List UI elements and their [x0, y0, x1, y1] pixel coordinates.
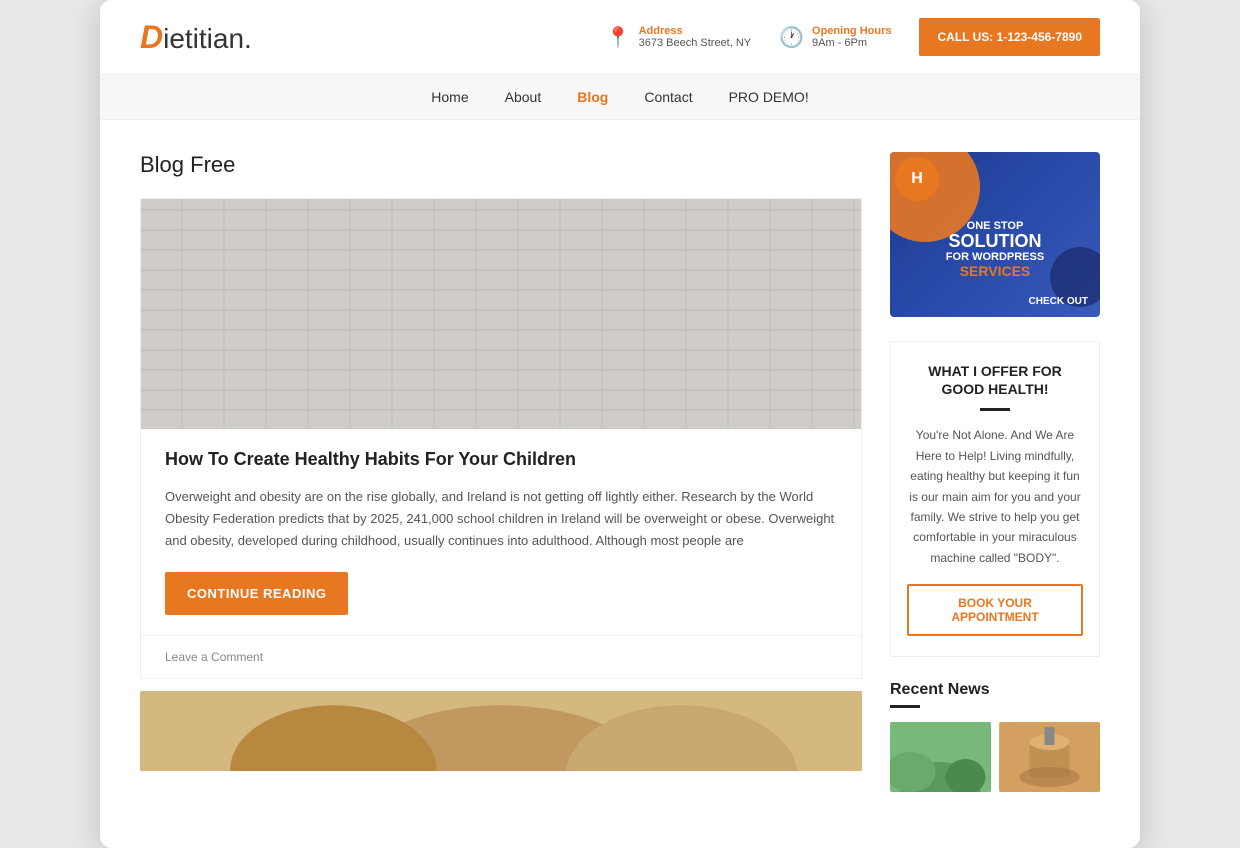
news-thumb-1[interactable]	[890, 722, 991, 792]
nav-about[interactable]: About	[505, 89, 542, 105]
browser-window: Dietitian. 📍 Address 3673 Beech Street, …	[100, 0, 1140, 848]
recent-news-title: Recent News	[890, 681, 1100, 699]
ad-text-block: ONE STOP SOLUTION FOR WORDPRESS SERVICES	[946, 220, 1044, 280]
hours-value: 9Am - 6Pm	[812, 37, 891, 49]
ad-brand-icon: H	[895, 157, 939, 201]
book-appointment-button[interactable]: BOOK YOUR APPOINTMENT	[907, 584, 1083, 636]
news-thumb-2[interactable]	[999, 722, 1100, 792]
offer-widget: WHAT I OFFER FOR GOOD HEALTH! You're Not…	[890, 341, 1100, 657]
address-label: Address	[639, 25, 752, 37]
ad-line4: SERVICES	[946, 263, 1044, 279]
header-info: 📍 Address 3673 Beech Street, NY 🕐 Openin…	[606, 18, 1100, 56]
offer-body: You're Not Alone. And We Are Here to Hel…	[907, 425, 1083, 568]
offer-title: WHAT I OFFER FOR GOOD HEALTH!	[907, 362, 1083, 398]
sidebar: H ONE STOP SOLUTION FOR WORDPRESS SERVIC…	[890, 152, 1100, 816]
ad-banner[interactable]: H ONE STOP SOLUTION FOR WORDPRESS SERVIC…	[890, 152, 1100, 317]
nav-pro-demo[interactable]: PRO DEMO!	[729, 89, 809, 105]
second-post-partial	[140, 691, 862, 771]
post-image	[141, 199, 861, 429]
ad-line1: ONE STOP	[946, 220, 1044, 232]
clock-icon: 🕐	[779, 25, 804, 50]
post-footer: Leave a Comment	[141, 635, 861, 678]
address-value: 3673 Beech Street, NY	[639, 37, 752, 49]
ad-line3: FOR WORDPRESS	[946, 251, 1044, 263]
logo-text: ietitian.	[163, 23, 252, 54]
nav-contact[interactable]: Contact	[644, 89, 692, 105]
leave-comment-link[interactable]: Leave a Comment	[165, 650, 263, 664]
address-info: 📍 Address 3673 Beech Street, NY	[606, 25, 751, 50]
ad-widget: H ONE STOP SOLUTION FOR WORDPRESS SERVIC…	[890, 152, 1100, 317]
logo[interactable]: Dietitian.	[140, 19, 252, 56]
blog-section: Blog Free	[140, 152, 862, 816]
post-card: How To Create Healthy Habits For Your Ch…	[140, 198, 862, 679]
main-content: Blog Free	[100, 120, 1140, 848]
nav-blog[interactable]: Blog	[577, 89, 608, 105]
second-post-image	[140, 691, 862, 771]
ad-checkout-link[interactable]: CHECK OUT	[1029, 296, 1088, 307]
hours-info: 🕐 Opening Hours 9Am - 6Pm	[779, 25, 891, 50]
post-body: How To Create Healthy Habits For Your Ch…	[141, 429, 861, 635]
nav-home[interactable]: Home	[431, 89, 468, 105]
post-excerpt: Overweight and obesity are on the rise g…	[165, 486, 837, 552]
continue-reading-button[interactable]: CONTINUE READING	[165, 572, 348, 615]
location-icon: 📍	[606, 25, 631, 50]
blog-section-title: Blog Free	[140, 152, 862, 178]
main-nav: Home About Blog Contact PRO DEMO!	[100, 75, 1140, 120]
logo-d: D	[140, 19, 163, 55]
recent-news-grid	[890, 722, 1100, 792]
hours-label: Opening Hours	[812, 25, 891, 37]
recent-news-divider	[890, 705, 920, 708]
post-title: How To Create Healthy Habits For Your Ch…	[165, 449, 837, 470]
recent-news-widget: Recent News	[890, 681, 1100, 792]
offer-divider	[980, 408, 1010, 411]
call-button[interactable]: CALL US: 1-123-456-7890	[919, 18, 1100, 56]
site-header: Dietitian. 📍 Address 3673 Beech Street, …	[100, 0, 1140, 75]
ad-line2: SOLUTION	[946, 232, 1044, 252]
